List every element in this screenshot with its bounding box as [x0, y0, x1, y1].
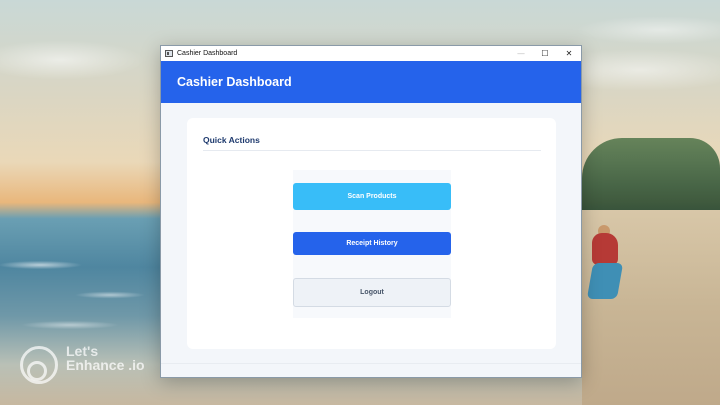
app-header: Cashier Dashboard — [161, 61, 581, 103]
close-icon[interactable]: ✕ — [557, 46, 581, 61]
wallpaper-sea-foam — [0, 225, 160, 345]
maximize-icon[interactable]: ☐ — [533, 46, 557, 61]
quick-actions-card: Quick Actions Scan Products Receipt Hist… — [187, 118, 556, 349]
window-footer — [161, 363, 581, 377]
receipt-history-button[interactable]: Receipt History — [293, 232, 451, 255]
window-app-icon — [165, 50, 173, 57]
card-divider — [203, 150, 541, 151]
watermark-logo: Let's Enhance .io — [20, 343, 150, 389]
window-title: Cashier Dashboard — [177, 50, 238, 57]
title-bar[interactable]: Cashier Dashboard — ☐ ✕ — [161, 46, 581, 61]
window-controls: — ☐ ✕ — [509, 46, 581, 61]
watermark-text: Let's Enhance .io — [66, 343, 145, 373]
actions-panel: Scan Products Receipt History Logout — [293, 170, 451, 318]
watermark-ring-icon — [20, 346, 58, 384]
logout-button[interactable]: Logout — [293, 278, 451, 307]
minimize-icon[interactable]: — — [509, 46, 533, 61]
main-content: Quick Actions Scan Products Receipt Hist… — [161, 103, 581, 365]
app-window: Cashier Dashboard — ☐ ✕ Cashier Dashboar… — [160, 45, 582, 378]
page-title: Cashier Dashboard — [177, 75, 292, 89]
quick-actions-title: Quick Actions — [203, 135, 260, 145]
wallpaper-running-figure — [584, 225, 624, 320]
wallpaper-trees — [582, 138, 720, 218]
scan-products-button[interactable]: Scan Products — [293, 183, 451, 210]
